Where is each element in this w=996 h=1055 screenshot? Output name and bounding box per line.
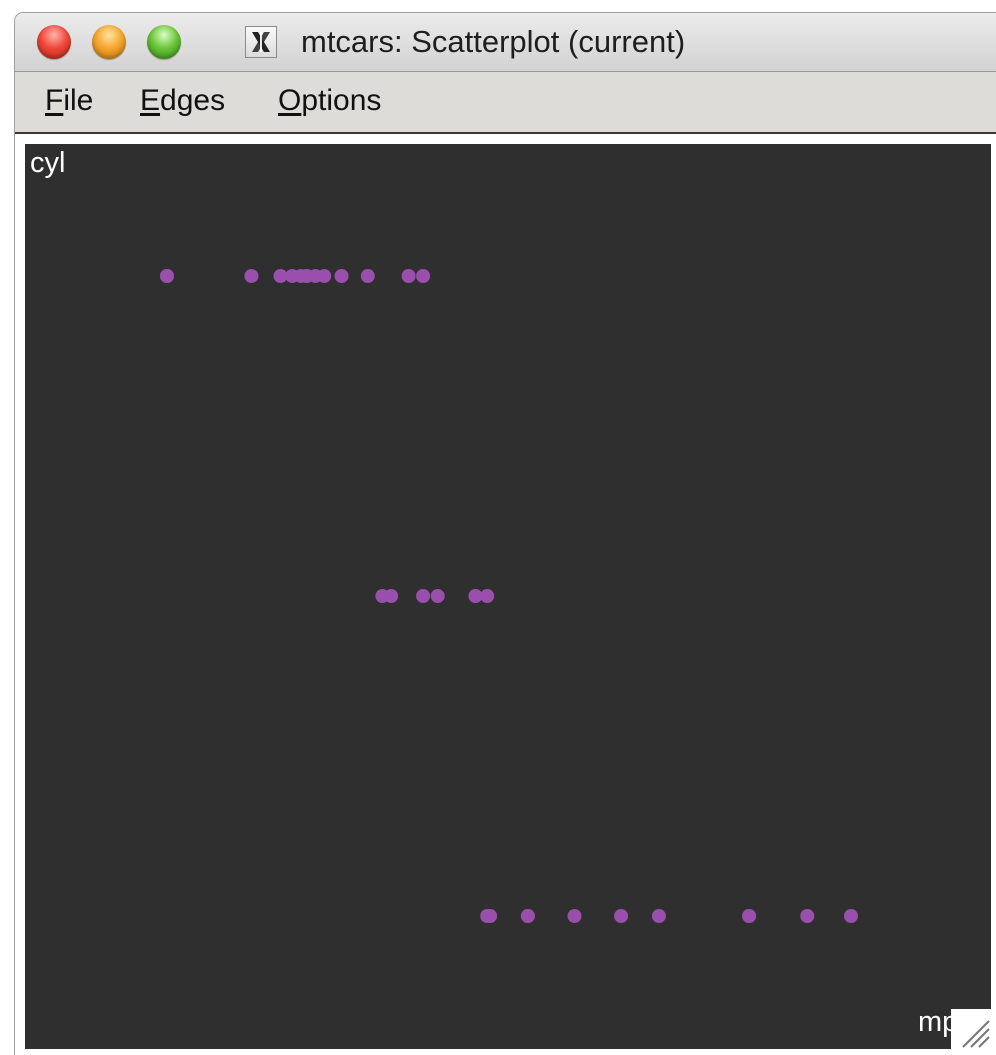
menu-edges[interactable]: Edges — [140, 84, 225, 118]
menu-file-label: ile — [63, 84, 94, 117]
scatter-point-9[interactable] — [317, 269, 332, 283]
scatterplot-canvas[interactable]: cyl mpg — [25, 144, 991, 1049]
y-axis-label: cyl — [30, 147, 66, 179]
menu-bar: File Edges Options — [15, 72, 996, 134]
scatter-point-10[interactable] — [334, 269, 349, 283]
menu-options[interactable]: Options — [278, 84, 381, 118]
scatterplot-window: mtcars: Scatterplot (current) File Edges… — [14, 12, 996, 1055]
scatter-point-11[interactable] — [360, 269, 375, 283]
scatter-point-17[interactable] — [430, 589, 445, 603]
scatter-point-20[interactable] — [480, 589, 495, 603]
scatter-point-15[interactable] — [384, 589, 399, 603]
scatter-point-27[interactable] — [651, 909, 666, 923]
scatterplot-svg — [160, 269, 858, 923]
menu-file[interactable]: File — [45, 84, 93, 118]
scatter-point-30[interactable] — [800, 909, 815, 923]
menu-file-mnemonic: F — [45, 84, 64, 117]
x11-icon — [245, 26, 277, 58]
title-bar[interactable]: mtcars: Scatterplot (current) — [15, 13, 996, 72]
scatter-point-31[interactable] — [844, 909, 858, 923]
menu-options-label: ptions — [301, 84, 382, 117]
resize-grip[interactable] — [951, 1009, 991, 1049]
plot-frame: cyl mpg — [15, 134, 996, 1055]
x11-icon-glyph — [252, 32, 270, 52]
scatter-point-24[interactable] — [520, 909, 535, 923]
close-icon[interactable] — [37, 25, 71, 59]
scatter-point-1[interactable] — [160, 269, 174, 283]
scatter-point-26[interactable] — [614, 909, 629, 923]
scatter-point-16[interactable] — [416, 589, 431, 603]
resize-grip-icon — [962, 1020, 990, 1048]
scatter-point-2[interactable] — [244, 269, 259, 283]
scatter-point-12[interactable] — [401, 269, 416, 283]
menu-edges-label: dges — [160, 84, 226, 117]
scatter-point-22[interactable] — [483, 909, 498, 923]
minimize-icon[interactable] — [92, 25, 126, 59]
scatter-point-25[interactable] — [567, 909, 582, 923]
menu-options-mnemonic: O — [278, 84, 302, 117]
scatter-point-29[interactable] — [742, 909, 757, 923]
menu-edges-mnemonic: E — [140, 84, 161, 117]
zoom-icon[interactable] — [147, 25, 181, 59]
scatter-point-13[interactable] — [416, 269, 431, 283]
window-title: mtcars: Scatterplot (current) — [301, 24, 686, 59]
